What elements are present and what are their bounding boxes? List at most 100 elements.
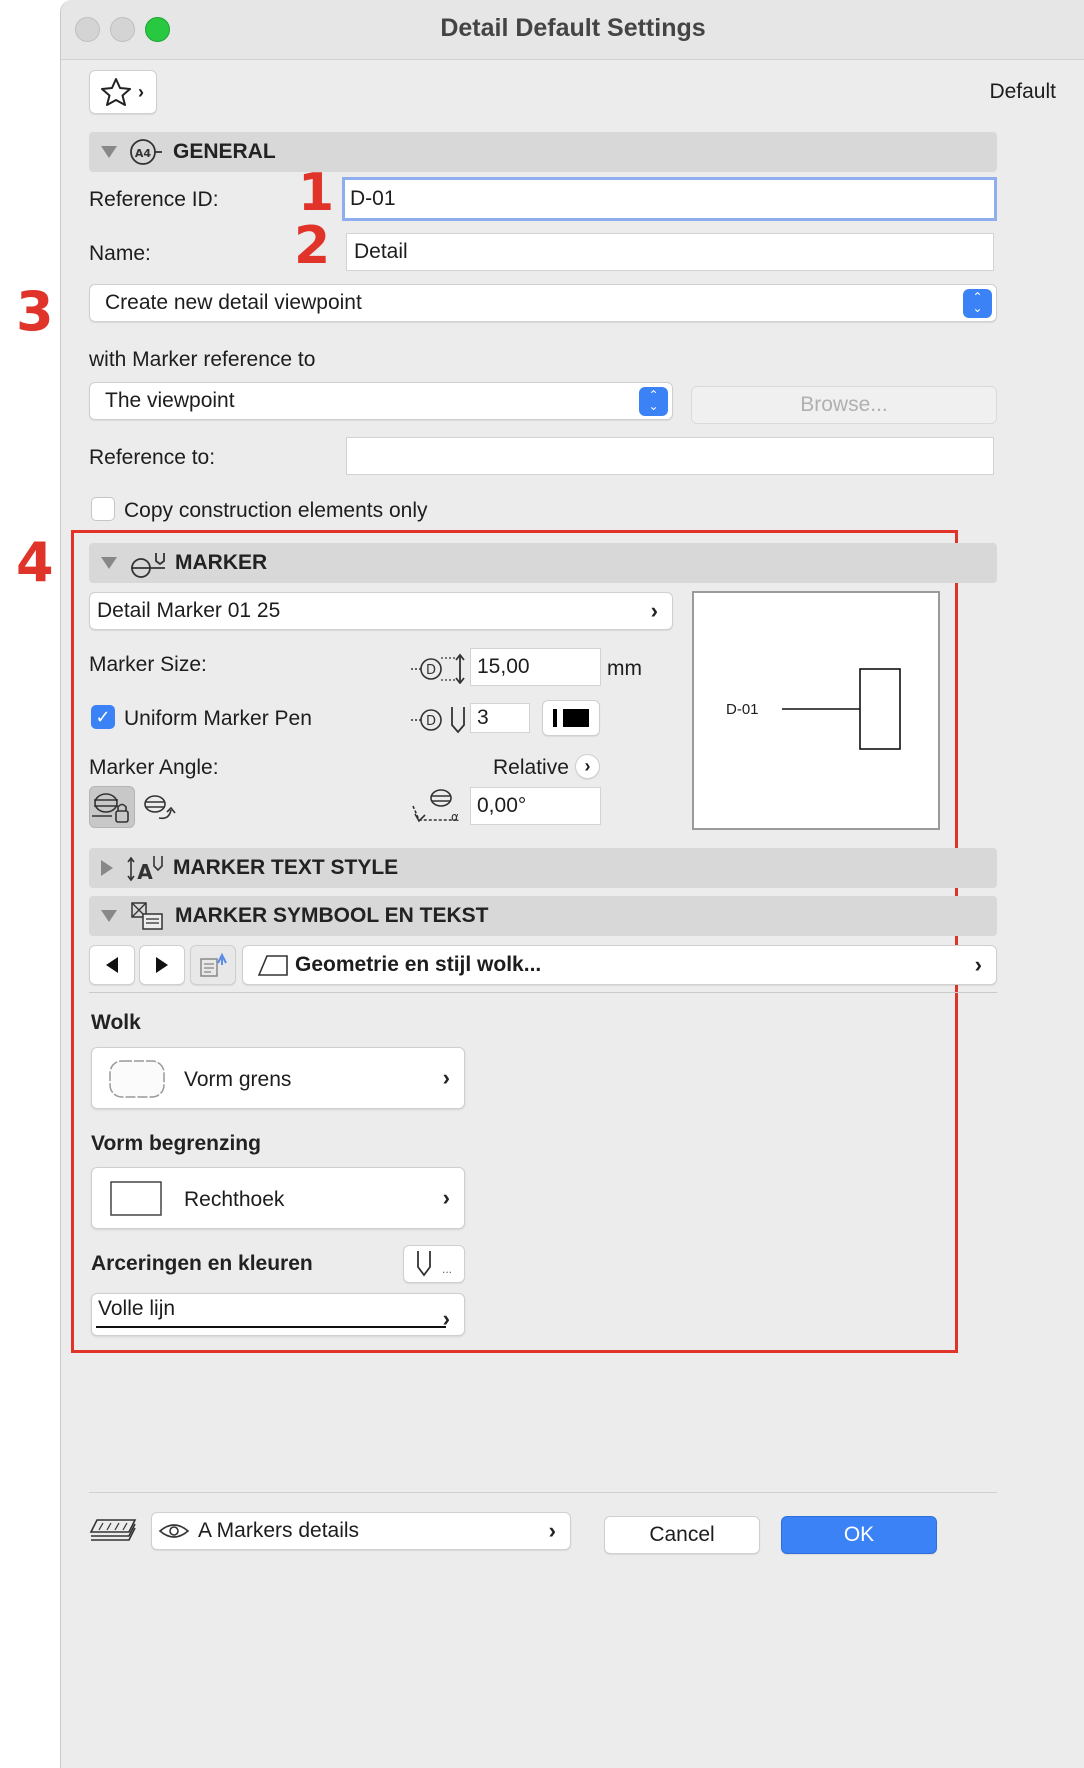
marker-symbol-title: MARKER SYMBOOL EN TEKST xyxy=(175,904,489,927)
favorites-button[interactable]: › xyxy=(89,70,157,114)
marker-size-unit: mm xyxy=(607,657,642,680)
popup-stepper-icon: ⌃ ⌄ xyxy=(639,386,668,416)
marker-angle-label: Marker Angle: xyxy=(89,756,219,779)
detail-mode-select[interactable]: Create new detail viewpoint ⌃ ⌄ xyxy=(89,284,997,322)
detail-marker-icon xyxy=(131,553,165,578)
cloud-shape-icon xyxy=(257,955,288,976)
chevron-right-icon: › xyxy=(548,1518,556,1543)
general-section-title: GENERAL xyxy=(173,140,276,163)
triangle-right-icon xyxy=(156,957,168,973)
angle-locked-icon xyxy=(92,793,129,823)
parameter-list-icon xyxy=(200,952,227,977)
text-style-icon: A xyxy=(127,856,163,884)
line-type-button[interactable] xyxy=(542,700,600,736)
svg-text:D: D xyxy=(426,663,436,678)
marker-reference-value: The viewpoint xyxy=(105,389,235,412)
angle-relative-label: Relative xyxy=(493,756,569,779)
marker-pen-icon: D xyxy=(411,707,465,734)
angle-free-toggle[interactable] xyxy=(141,786,187,828)
name-label: Name: xyxy=(89,242,151,265)
vorm-shape-selector[interactable]: Rechthoek › xyxy=(91,1167,465,1229)
marker-size-label: Marker Size: xyxy=(89,653,207,676)
favorite-name: Default xyxy=(989,80,1056,103)
marker-section-title: MARKER xyxy=(175,551,268,574)
wolk-shape-selector[interactable]: Vorm grens › xyxy=(91,1047,465,1109)
copy-construction-checkbox[interactable] xyxy=(91,497,115,521)
name-input[interactable]: Detail xyxy=(346,233,994,271)
detail-mode-value: Create new detail viewpoint xyxy=(105,291,362,314)
reference-id-label: Reference ID: xyxy=(89,188,219,211)
a4-sheet-icon: A4 xyxy=(130,139,162,165)
previous-page-button[interactable] xyxy=(89,945,135,985)
svg-text:A4: A4 xyxy=(135,147,152,160)
cancel-button[interactable]: Cancel xyxy=(604,1516,760,1554)
chevron-right-icon: › xyxy=(442,1305,450,1331)
wolk-shape-value: Vorm grens xyxy=(184,1068,292,1091)
disclosure-triangle-icon xyxy=(101,910,117,922)
annotation-1: 1 xyxy=(298,163,335,223)
pen-picker-button[interactable]: ... xyxy=(403,1245,465,1283)
marker-text-style-title: MARKER TEXT STYLE xyxy=(173,856,399,879)
general-section-header[interactable]: A4 GENERAL xyxy=(89,132,997,172)
preview-marker-drawing xyxy=(782,668,901,750)
triangle-left-icon xyxy=(106,957,118,973)
chevron-right-icon: › xyxy=(138,81,144,102)
chevron-right-icon: › xyxy=(584,756,591,776)
disclosure-triangle-icon xyxy=(101,146,117,158)
angle-locked-toggle[interactable] xyxy=(89,786,135,828)
marker-size-icon: D xyxy=(411,653,465,684)
marker-reference-select[interactable]: The viewpoint ⌃ ⌄ xyxy=(89,382,673,420)
svg-text:A: A xyxy=(137,860,153,884)
vorm-begrenzing-label: Vorm begrenzing xyxy=(91,1132,261,1155)
cloud-boundary-icon xyxy=(109,1060,165,1098)
parameter-list-button[interactable] xyxy=(190,945,236,985)
page-select[interactable]: Geometrie en stijl wolk... › xyxy=(242,945,997,985)
annotation-2: 2 xyxy=(294,216,331,276)
line-type-value: Volle lijn xyxy=(98,1297,176,1320)
vorm-shape-value: Rechthoek xyxy=(184,1188,285,1211)
reference-to-label: Reference to: xyxy=(89,446,216,469)
ok-button[interactable]: OK xyxy=(781,1516,937,1554)
uniform-pen-label: Uniform Marker Pen xyxy=(124,707,312,730)
arceringen-label: Arceringen en kleuren xyxy=(91,1252,313,1275)
window-title: Detail Default Settings xyxy=(440,14,706,42)
marker-type-value: Detail Marker 01 25 xyxy=(97,599,281,622)
annotation-4: 4 xyxy=(16,531,54,594)
popup-stepper-icon: ⌃ ⌄ xyxy=(963,288,992,318)
marker-type-select[interactable]: Detail Marker 01 25 › xyxy=(89,592,673,630)
star-icon xyxy=(101,78,131,106)
marker-angle-input[interactable]: 0,00° xyxy=(470,787,601,825)
line-weight-icon xyxy=(553,709,589,727)
reference-id-input[interactable]: D-01 xyxy=(342,177,997,221)
chevron-right-icon: › xyxy=(650,598,658,623)
footer-separator xyxy=(89,1492,997,1493)
eye-icon xyxy=(158,1524,190,1538)
browse-button[interactable]: Browse... xyxy=(691,386,997,424)
line-type-selector[interactable]: Volle lijn › xyxy=(91,1293,465,1336)
layer-value: A Markers details xyxy=(198,1519,360,1542)
dialog-window: Detail Default Settings › Default A4 GEN… xyxy=(60,0,1084,1768)
solid-line-sample xyxy=(96,1326,446,1328)
rectangle-shape-icon xyxy=(110,1181,162,1216)
angle-free-icon xyxy=(144,795,176,820)
angle-mode-button[interactable]: › xyxy=(575,754,600,779)
marker-pen-input[interactable]: 3 xyxy=(470,703,530,733)
next-page-button[interactable] xyxy=(139,945,185,985)
chevron-right-icon: › xyxy=(442,1185,450,1210)
pen-more-label: ... xyxy=(442,1262,453,1276)
rotation-angle-icon: α xyxy=(412,789,459,824)
wolk-label: Wolk xyxy=(91,1011,141,1034)
disclosure-triangle-icon xyxy=(101,557,117,569)
separator xyxy=(89,992,997,993)
layer-select[interactable]: A Markers details › xyxy=(151,1512,571,1550)
pen-icon xyxy=(417,1251,431,1277)
marker-symbol-header[interactable]: MARKER SYMBOOL EN TEKST xyxy=(89,896,997,936)
marker-section-header[interactable]: MARKER xyxy=(89,543,997,583)
svg-text:D: D xyxy=(426,714,436,729)
layers-icon xyxy=(89,1519,137,1541)
marker-size-input[interactable]: 15,00 xyxy=(470,648,601,686)
annotation-3: 3 xyxy=(16,280,54,343)
marker-text-style-header[interactable]: A MARKER TEXT STYLE xyxy=(89,848,997,888)
reference-to-input[interactable] xyxy=(346,437,994,475)
uniform-pen-checkbox[interactable]: ✓ xyxy=(91,705,115,729)
